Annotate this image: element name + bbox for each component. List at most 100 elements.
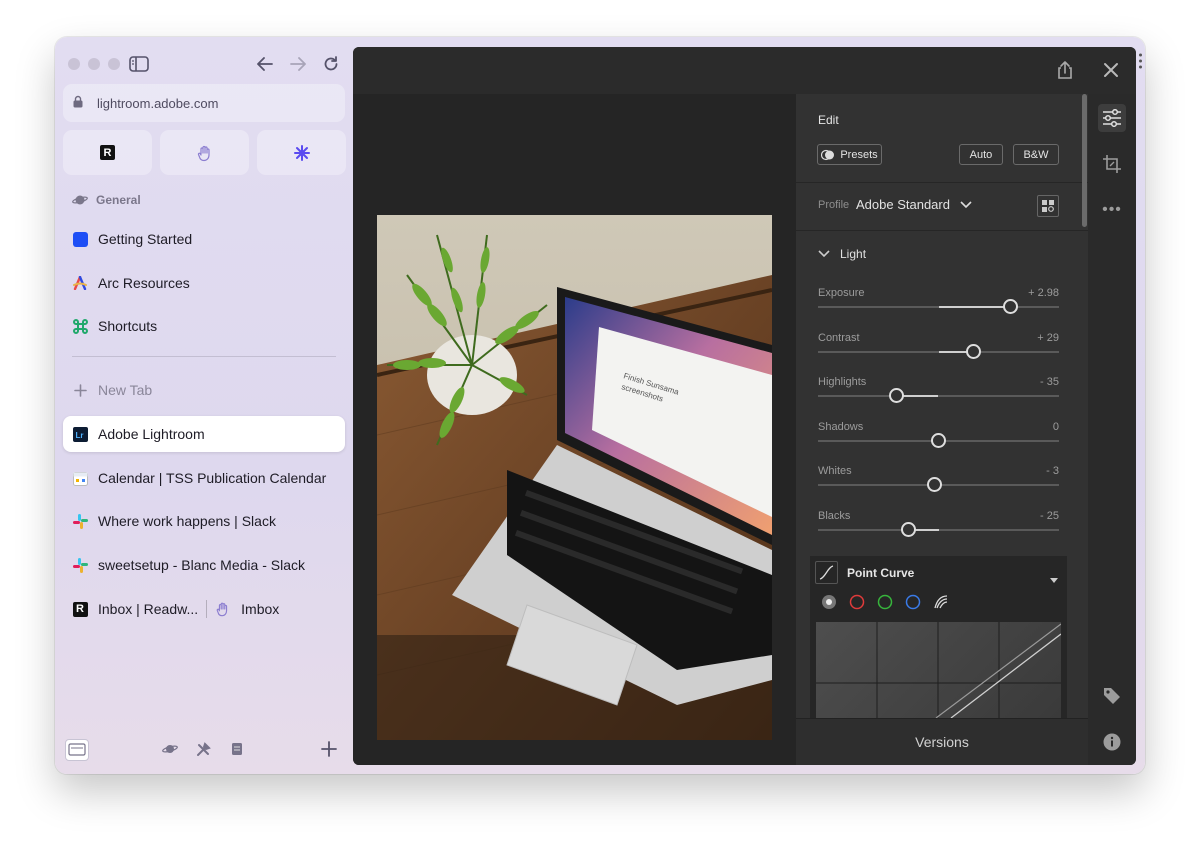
channel-red-icon[interactable] [849,594,865,615]
slider-label-whites: Whites [818,465,852,477]
slider-value-exposure[interactable]: + 2.98 [999,287,1059,299]
slider-value-blacks[interactable]: - 25 [999,510,1059,522]
minimize-window-button[interactable] [88,58,100,70]
auto-label: Auto [969,148,993,161]
slider-label-exposure: Exposure [818,287,865,299]
close-icon[interactable] [1103,62,1119,83]
slider-value-contrast[interactable]: + 29 [999,332,1059,344]
tab-label: Adobe Lightroom [98,426,205,442]
edit-sliders-icon[interactable] [1098,104,1126,132]
slider-label-contrast: Contrast [818,332,860,344]
slider-track-contrast[interactable] [818,344,1059,359]
new-tab-label: New Tab [98,382,153,398]
chevron-down-icon [960,200,972,208]
sidebar-bottom-bar [55,737,353,767]
arc-logo-icon [72,275,88,291]
slider-track-exposure[interactable] [818,299,1059,314]
pinned-readwise[interactable]: R [63,130,152,175]
slider-value-shadows[interactable]: 0 [999,421,1059,433]
library-icon[interactable] [65,739,89,761]
edited-photo[interactable]: Finish Sunsama screenshots [377,215,772,740]
svg-text:Lr: Lr [75,431,83,440]
split-right-label: Imbox [241,601,280,617]
curve-graph[interactable] [816,622,1061,718]
profile-browser-icon[interactable] [1037,195,1059,217]
square-icon [72,231,88,247]
planet-icon[interactable] [162,742,178,761]
photo-canvas: Finish Sunsama screenshots [353,94,796,765]
slider-fill [938,306,1011,308]
lightroom-icon: Lr [72,426,88,442]
versions-button[interactable]: Versions [796,718,1088,765]
reload-icon[interactable] [318,51,344,77]
close-window-button[interactable] [68,58,80,70]
light-section-header[interactable]: Light [818,247,866,261]
presets-button[interactable]: Presets [817,144,882,165]
app-top-bar [353,47,1136,94]
back-arrow-icon[interactable] [252,51,278,77]
pinned-imbox[interactable] [160,130,249,175]
tab-slack-sweetsetup[interactable]: sweetsetup - Blanc Media - Slack [63,547,345,583]
profile-label: Profile [818,199,850,211]
space-folder-title[interactable]: General [72,193,141,207]
slider-track-blacks[interactable] [818,522,1059,537]
slider-track-highlights[interactable] [818,388,1059,403]
channel-rgb-icon[interactable] [821,594,837,615]
panel-scrollbar[interactable] [1082,94,1087,227]
readwise-icon: R [72,601,88,617]
parametric-curve-icon[interactable] [933,594,949,615]
new-tab-button[interactable]: New Tab [63,372,345,408]
auto-button[interactable]: Auto [959,144,1003,165]
crop-icon[interactable] [1098,150,1126,178]
slider-track-shadows[interactable] [818,433,1059,448]
add-space-icon[interactable] [321,741,337,762]
hand-wave-icon [215,601,231,617]
channel-blue-icon[interactable] [905,594,921,615]
sidebar-item-arc-resources[interactable]: Arc Resources [63,265,345,301]
split-divider [206,600,208,618]
share-icon[interactable] [1055,60,1075,85]
tag-icon[interactable] [1098,682,1126,710]
slider-value-highlights[interactable]: - 35 [999,376,1059,388]
sidebar-item-getting-started[interactable]: Getting Started [63,221,345,257]
zoom-window-button[interactable] [108,58,120,70]
channel-green-icon[interactable] [877,594,893,615]
slider-knob[interactable] [965,344,981,359]
toggle-sidebar-icon[interactable] [126,51,152,77]
tab-slack-workspace[interactable]: Where work happens | Slack [63,503,345,539]
info-icon[interactable] [1098,728,1126,756]
archive-icon[interactable] [230,742,244,761]
curve-icon[interactable] [815,561,838,584]
profile-dropdown[interactable]: Adobe Standard [856,197,972,212]
chevron-down-icon [818,250,830,258]
point-curve-title: Point Curve [847,566,915,580]
sidebar-item-shortcuts[interactable]: Shortcuts [63,308,345,344]
versions-label: Versions [915,734,969,750]
slack-icon [72,557,88,573]
plus-icon [72,382,88,398]
lock-icon [73,95,87,111]
slider-knob[interactable] [1002,299,1018,314]
bw-button[interactable]: B&W [1013,144,1059,165]
curve-channels [821,594,949,615]
more-icon[interactable]: ••• [1098,196,1126,224]
slider-knob[interactable] [888,388,904,403]
split-view-tab[interactable]: R Inbox | Readw... Imbox [63,591,345,627]
url-bar[interactable]: lightroom.adobe.com [63,84,345,122]
caret-down-icon[interactable] [1050,570,1058,588]
slider-knob[interactable] [931,433,946,448]
forward-arrow-icon[interactable] [285,51,311,77]
hand-wave-icon [197,145,210,161]
slider-value-whites[interactable]: - 3 [999,465,1059,477]
bw-label: B&W [1023,148,1049,161]
pinned-app[interactable] [257,130,346,175]
slider-track-whites[interactable] [818,477,1059,492]
sidebar: lightroom.adobe.com R General Getting St… [55,37,353,774]
profile-value: Adobe Standard [856,197,950,212]
tab-calendar[interactable]: Calendar | TSS Publication Calendar [63,460,345,496]
window-grip [1139,52,1142,72]
slider-knob[interactable] [900,522,916,537]
tab-adobe-lightroom[interactable]: Lr Adobe Lightroom [63,416,345,452]
tools-icon[interactable] [196,742,211,762]
readwise-icon: R [100,145,115,160]
